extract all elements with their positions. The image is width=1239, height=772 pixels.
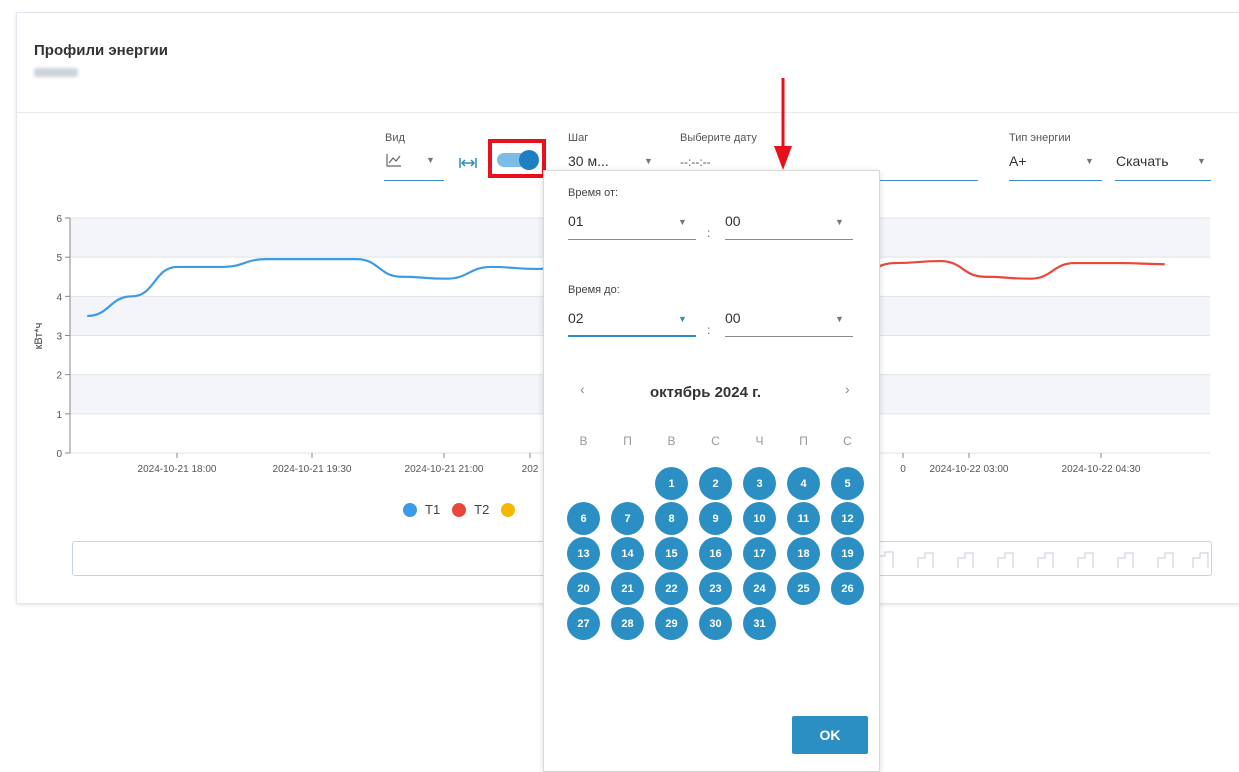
calendar-day[interactable]: 14 <box>611 537 644 570</box>
y-tick-label: 2 <box>56 371 62 382</box>
legend-dot-t2 <box>452 502 467 517</box>
caret-down-icon: ▼ <box>678 217 687 227</box>
time-from-min-value: 00 <box>725 213 741 229</box>
y-tick-label: 4 <box>56 292 62 303</box>
calendar-day[interactable]: 30 <box>699 607 732 640</box>
x-tick-label: 0 <box>900 464 906 475</box>
time-to-hour-value: 02 <box>568 310 584 326</box>
calendar-day[interactable]: 3 <box>743 467 776 500</box>
calendar-day[interactable]: 20 <box>567 572 600 605</box>
calendar-day[interactable]: 13 <box>567 537 600 570</box>
calendar-day[interactable]: 24 <box>743 572 776 605</box>
calendar-day[interactable]: 4 <box>787 467 820 500</box>
calendar-day[interactable]: 15 <box>655 537 688 570</box>
calendar-day[interactable]: 22 <box>655 572 688 605</box>
y-tick-label: 5 <box>56 253 62 264</box>
x-tick-label: 2024-10-22 03:00 <box>930 464 1009 475</box>
time-from-hour-value: 01 <box>568 213 584 229</box>
time-separator: : <box>707 226 711 240</box>
time-from-hour-select[interactable]: 01 ▼ <box>568 210 696 240</box>
calendar-day[interactable]: 27 <box>567 607 600 640</box>
underline <box>725 239 853 240</box>
calendar-day[interactable]: 2 <box>699 467 732 500</box>
calendar-day[interactable]: 26 <box>831 572 864 605</box>
chart-legend: T1 T2 <box>403 502 516 517</box>
calendar-day[interactable]: 10 <box>743 502 776 535</box>
x-tick-label: 2024-10-21 18:00 <box>138 464 217 475</box>
legend-label-t2[interactable]: T2 <box>474 502 489 517</box>
month-title: октябрь 2024 г. <box>650 384 762 401</box>
calendar-day[interactable]: 17 <box>743 537 776 570</box>
navigator-preview <box>877 551 1209 568</box>
y-tick-label: 6 <box>56 214 62 225</box>
caret-down-icon: ▼ <box>678 314 687 324</box>
calendar-day[interactable]: 6 <box>567 502 600 535</box>
prev-month-button[interactable]: ‹ <box>580 381 585 397</box>
series-line-T2 <box>850 259 1165 280</box>
underline <box>725 336 853 337</box>
weekday-label: П <box>799 434 808 448</box>
legend-label-t1[interactable]: T1 <box>425 502 440 517</box>
weekday-label: В <box>667 434 676 448</box>
calendar-day[interactable]: 11 <box>787 502 820 535</box>
calendar-day[interactable]: 7 <box>611 502 644 535</box>
weekday-label: Ч <box>755 434 764 448</box>
x-tick-label: 2024-10-21 19:30 <box>273 464 352 475</box>
calendar-day[interactable]: 5 <box>831 467 864 500</box>
y-tick-label: 0 <box>56 449 62 460</box>
time-separator: : <box>707 323 711 337</box>
down-arrow-annotation <box>774 78 792 170</box>
y-tick-label: 3 <box>56 332 62 343</box>
x-tick-label: 2024-10-21 21:00 <box>405 464 484 475</box>
calendar-day[interactable]: 25 <box>787 572 820 605</box>
calendar-day[interactable]: 21 <box>611 572 644 605</box>
time-to-min-select[interactable]: 00 ▼ <box>725 307 853 337</box>
calendar-day[interactable]: 31 <box>743 607 776 640</box>
calendar-day[interactable]: 19 <box>831 537 864 570</box>
time-from-min-select[interactable]: 00 ▼ <box>725 210 853 240</box>
calendar-day[interactable]: 23 <box>699 572 732 605</box>
calendar-day[interactable]: 12 <box>831 502 864 535</box>
calendar-day[interactable]: 1 <box>655 467 688 500</box>
calendar-day[interactable]: 9 <box>699 502 732 535</box>
caret-down-icon: ▼ <box>835 314 844 324</box>
underline-active <box>568 335 696 337</box>
underline <box>568 239 696 240</box>
legend-dot-t3 <box>501 502 516 517</box>
time-to-hour-select[interactable]: 02 ▼ <box>568 307 696 337</box>
time-from-label: Время от: <box>568 187 619 199</box>
x-tick-label: 2024-10-22 04:30 <box>1062 464 1141 475</box>
calendar-day[interactable]: 8 <box>655 502 688 535</box>
y-axis-label: кВт*ч <box>33 323 45 350</box>
calendar-day[interactable]: 18 <box>787 537 820 570</box>
calendar-day[interactable]: 16 <box>699 537 732 570</box>
time-to-min-value: 00 <box>725 310 741 326</box>
weekday-label: П <box>623 434 632 448</box>
weekday-label: С <box>711 434 720 448</box>
ok-button[interactable]: OK <box>792 716 868 754</box>
next-month-button[interactable]: › <box>845 381 850 397</box>
time-to-label: Время до: <box>568 284 620 296</box>
calendar-day[interactable]: 28 <box>611 607 644 640</box>
caret-down-icon: ▼ <box>835 217 844 227</box>
x-tick-label: 202 <box>522 464 539 475</box>
legend-dot-t1 <box>403 502 417 517</box>
calendar-day[interactable]: 29 <box>655 607 688 640</box>
weekday-label: В <box>579 434 588 448</box>
y-tick-label: 1 <box>56 410 62 421</box>
weekday-label: С <box>843 434 852 448</box>
